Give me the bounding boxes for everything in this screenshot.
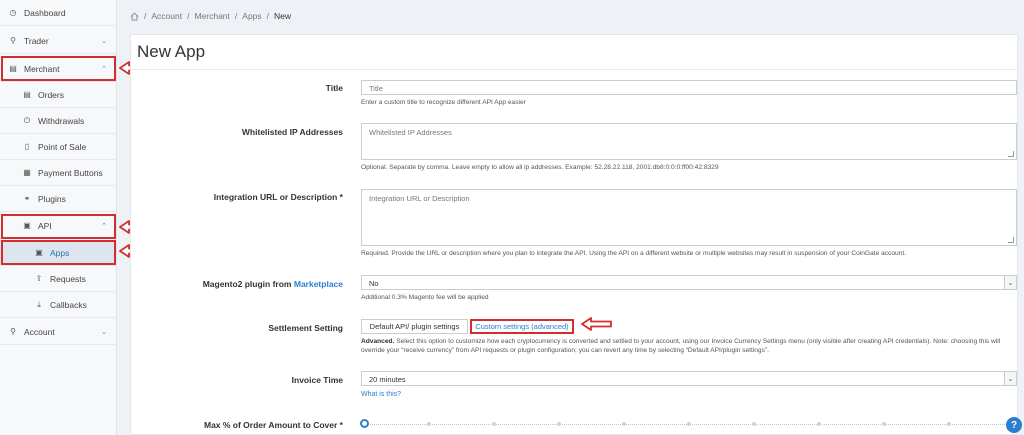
upload-icon: ⇪	[35, 274, 43, 283]
magento-select-value: No	[369, 279, 379, 288]
max-order-slider-track[interactable]	[367, 424, 1017, 425]
sidebar-item-callbacks[interactable]: ⤓ Callbacks	[0, 292, 117, 318]
chevron-down-icon: ⌄	[101, 328, 107, 336]
title-label: Title	[325, 83, 343, 93]
link-icon: ⚭	[23, 194, 31, 203]
highlight-api	[1, 214, 116, 239]
slider-tick	[752, 422, 756, 426]
sidebar-item-label: Trader	[24, 35, 49, 46]
whitelist-label: Whitelisted IP Addresses	[241, 127, 343, 137]
what-is-this-link[interactable]: What is this?	[361, 391, 401, 398]
slider-tick	[492, 422, 496, 426]
highlight-apps	[1, 240, 116, 265]
breadcrumb-merchant[interactable]: Merchant	[194, 11, 229, 21]
breadcrumb-current: New	[274, 11, 292, 21]
list-icon: ▤	[23, 90, 31, 99]
slider-tick	[882, 422, 886, 426]
settlement-help: Advanced. Select this option to customiz…	[361, 338, 1001, 354]
whitelist-help: Optional. Separate by comma. Leave empty…	[361, 164, 719, 171]
settlement-custom-button[interactable]: Custom settings (advanced)	[470, 319, 574, 334]
integration-placeholder: Integration URL or Description	[369, 194, 470, 203]
sidebar-item-label: Dashboard	[24, 7, 66, 18]
slider-tick	[817, 422, 821, 426]
invoice-time-value: 20 minutes	[369, 375, 406, 384]
resize-handle-icon[interactable]	[1008, 237, 1014, 243]
slider-tick	[687, 422, 691, 426]
whitelist-textarea[interactable]: Whitelisted IP Addresses	[361, 123, 1017, 160]
sidebar-item-label: Orders	[38, 89, 64, 100]
title-input[interactable]: Title	[361, 80, 1017, 95]
highlight-merchant	[1, 56, 116, 81]
user-icon: ⚲	[10, 327, 16, 336]
sidebar-item-orders[interactable]: ▤ Orders	[0, 82, 117, 108]
divider	[131, 69, 1017, 70]
max-order-label: Max % of Order Amount to Cover *	[203, 420, 343, 430]
magento-label: Magento2 plugin from Marketplace	[202, 279, 343, 289]
sidebar-item-payment-buttons[interactable]: ▦ Payment Buttons	[0, 160, 117, 186]
grid-icon: ▦	[23, 168, 31, 177]
sidebar-item-label: Point of Sale	[38, 141, 87, 152]
resize-handle-icon[interactable]	[1008, 151, 1014, 157]
invoice-time-label: Invoice Time	[291, 375, 343, 385]
settlement-default-button[interactable]: Default API/ plugin settings	[361, 319, 468, 334]
settlement-label: Settlement Setting	[268, 323, 343, 333]
sidebar-item-withdrawals[interactable]: ⏻ Withdrawals	[0, 108, 117, 134]
integration-label: Integration URL or Description *	[213, 192, 343, 202]
clock-icon: ◷	[9, 8, 17, 17]
sidebar-item-trader[interactable]: ⚲ Trader ⌄	[0, 28, 117, 54]
sidebar-item-account[interactable]: ⚲ Account ⌄	[0, 319, 117, 345]
slider-tick	[622, 422, 626, 426]
new-app-panel: New App Title Title Enter a custom title…	[130, 34, 1018, 435]
arrow-left-icon	[581, 317, 612, 331]
sidebar-item-label: Plugins	[38, 193, 66, 204]
whitelist-placeholder: Whitelisted IP Addresses	[369, 128, 452, 137]
help-chat-button[interactable]: ?	[1006, 417, 1022, 433]
user-icon: ⚲	[10, 36, 16, 45]
invoice-time-select[interactable]: 20 minutes ⌄	[361, 371, 1017, 386]
breadcrumb-account[interactable]: Account	[151, 11, 182, 21]
chevron-down-icon: ⌄	[1004, 276, 1016, 289]
slider-tick	[427, 422, 431, 426]
chevron-down-icon: ⌄	[1004, 372, 1016, 385]
sidebar-item-point-of-sale[interactable]: ▯ Point of Sale	[0, 134, 117, 160]
magento-select[interactable]: No ⌄	[361, 275, 1017, 290]
integration-textarea[interactable]: Integration URL or Description	[361, 189, 1017, 246]
sidebar-item-label: Requests	[50, 273, 86, 284]
sidebar-item-dashboard[interactable]: ◷ Dashboard	[0, 0, 117, 26]
title-help: Enter a custom title to recognize differ…	[361, 99, 526, 106]
chevron-down-icon: ⌄	[101, 37, 107, 45]
breadcrumb: / Account / Merchant / Apps / New	[130, 11, 291, 21]
sidebar-item-label: Account	[24, 326, 55, 337]
sidebar-item-label: Callbacks	[50, 299, 87, 310]
sidebar-item-requests[interactable]: ⇪ Requests	[0, 266, 117, 292]
slider-tick	[947, 422, 951, 426]
sidebar-item-plugins[interactable]: ⚭ Plugins	[0, 186, 117, 212]
slider-tick	[557, 422, 561, 426]
breadcrumb-apps[interactable]: Apps	[242, 11, 261, 21]
max-order-slider-handle[interactable]	[360, 419, 369, 428]
home-icon[interactable]	[130, 11, 139, 21]
page-title: New App	[137, 42, 206, 61]
integration-help: Required. Provide the URL or description…	[361, 250, 907, 257]
sidebar-item-label: Payment Buttons	[38, 167, 103, 178]
marketplace-link[interactable]: Marketplace	[294, 279, 343, 289]
document-icon: ▯	[24, 142, 30, 151]
magento-help: Additional 0.3% Magento fee will be appl…	[361, 294, 489, 301]
power-icon: ⏻	[23, 115, 31, 125]
download-icon: ⤓	[37, 299, 41, 309]
sidebar-item-label: Withdrawals	[38, 115, 85, 126]
